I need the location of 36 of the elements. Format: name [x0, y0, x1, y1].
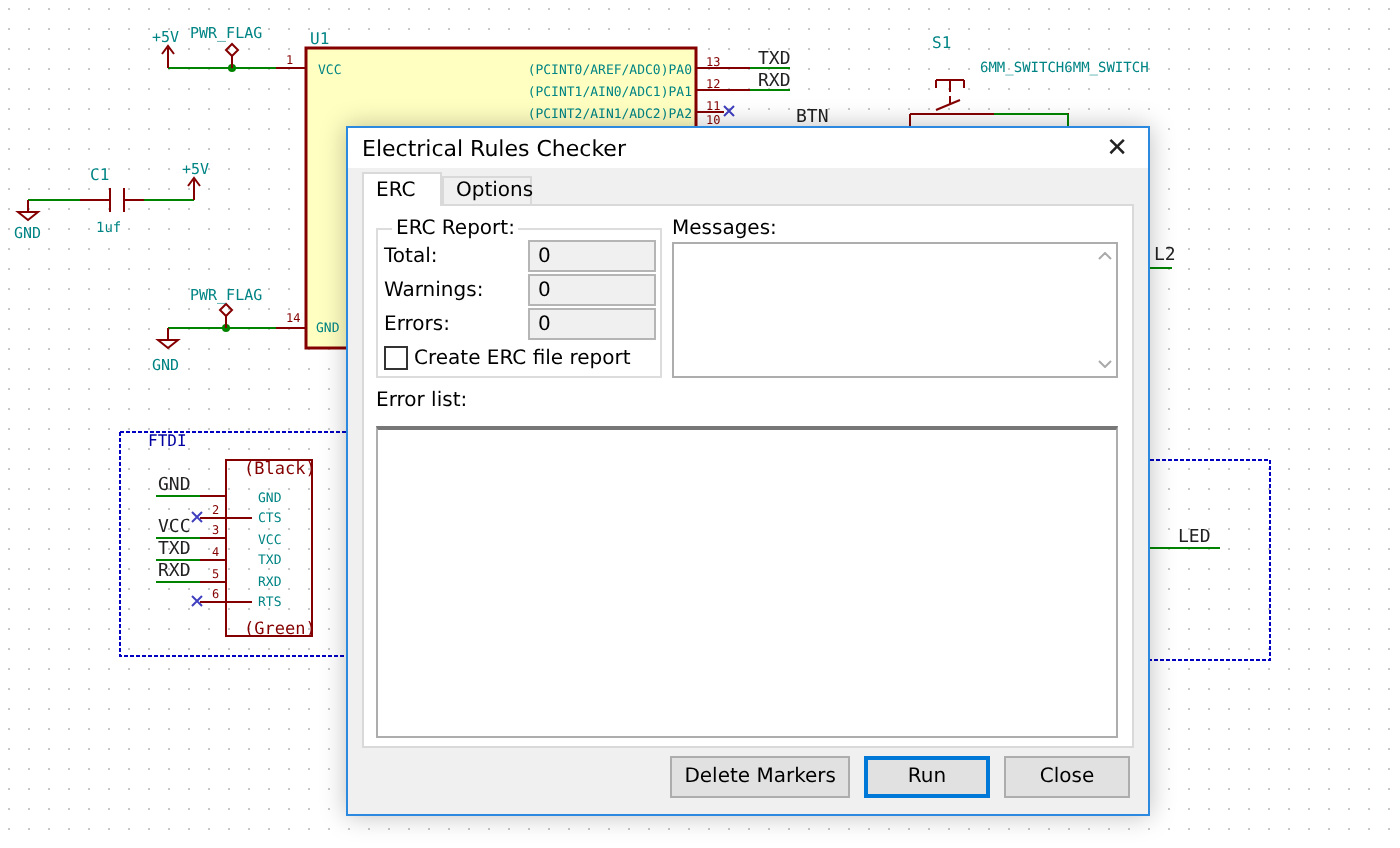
body-label: (Black) [244, 460, 316, 480]
sheet-label: FTDI [148, 432, 187, 450]
dialog-title: Electrical Rules Checker [362, 135, 626, 161]
tab[interactable]: Options [442, 176, 532, 206]
error-list[interactable] [376, 426, 1118, 738]
net-label: RXD [758, 72, 791, 92]
field-label: Errors: [384, 313, 450, 335]
net-label: TXD [158, 540, 191, 560]
reference-label: S1 [932, 34, 952, 52]
dialog-button[interactable]: Run [864, 756, 990, 798]
messages-box[interactable] [672, 242, 1118, 378]
group-title: ERC Report: [394, 218, 517, 240]
reference-label: C1 [90, 166, 110, 184]
close-button[interactable]: ✕ [1098, 133, 1136, 163]
checkbox-label: Create ERC file report [414, 347, 631, 369]
reference-label: U1 [310, 30, 330, 48]
net-label: L2 [1154, 246, 1176, 266]
count-field: 0 [528, 308, 656, 340]
count-field: 0 [528, 274, 656, 306]
net-label: TXD [758, 50, 791, 70]
field-label: Warnings: [384, 279, 484, 301]
net-label: BTN [796, 108, 829, 128]
checkbox[interactable] [384, 346, 408, 370]
scroll-up-icon[interactable] [1098, 252, 1112, 260]
messages-label: Messages: [672, 218, 779, 240]
tab[interactable]: ERC [362, 172, 442, 206]
dialog-button[interactable]: Close [1004, 756, 1130, 798]
error-list-label: Error list: [376, 390, 470, 412]
count-field: 0 [528, 240, 656, 272]
dialog-button[interactable]: Delete Markers [670, 756, 850, 798]
field-label: Total: [384, 245, 438, 267]
net-label: VCC [158, 518, 191, 538]
net-label: RXD [158, 562, 191, 582]
net-label: GND [158, 476, 191, 496]
net-label: LED [1178, 528, 1211, 548]
scroll-down-icon[interactable] [1098, 360, 1112, 368]
